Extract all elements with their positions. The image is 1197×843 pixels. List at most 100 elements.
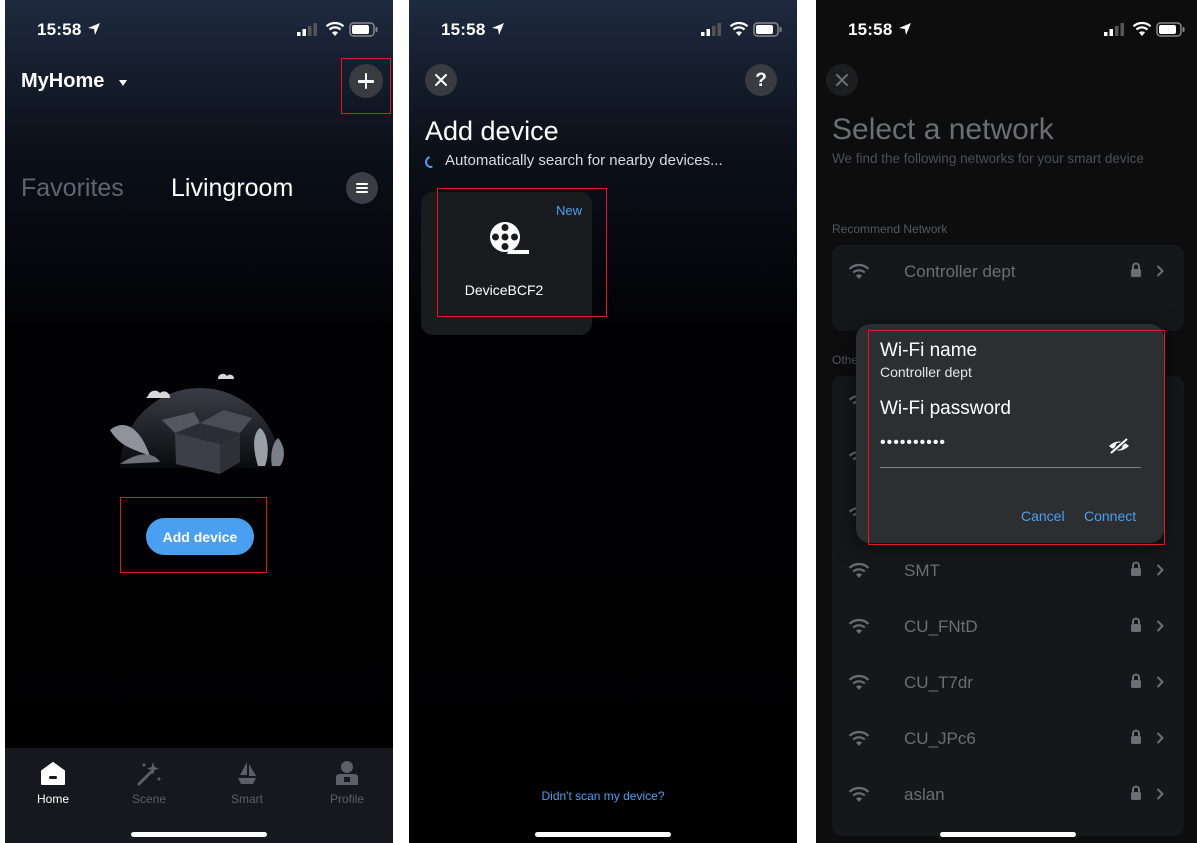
chevron-right-icon <box>1156 564 1164 576</box>
lock-icon <box>1131 729 1141 744</box>
tab-smart[interactable]: Smart <box>217 760 277 806</box>
lock-icon <box>1131 785 1141 800</box>
tab-profile-label: Profile <box>329 792 364 806</box>
wifi-status-icon <box>729 21 749 36</box>
cancel-button[interactable]: Cancel <box>1021 508 1065 524</box>
page-title: Add device <box>425 116 559 146</box>
close-icon <box>435 74 447 86</box>
signal-icon <box>701 23 721 36</box>
status-bar: 15:58 <box>816 18 1197 44</box>
wifi-password-input[interactable] <box>880 434 1104 452</box>
profile-icon <box>336 761 358 785</box>
add-device-button[interactable]: Add device <box>146 518 254 555</box>
status-time: 15:58 <box>848 20 893 39</box>
other-section-label: Othe <box>832 353 859 367</box>
network-row[interactable]: CU_JPc6 <box>832 712 1184 768</box>
wifi-icon <box>848 730 870 746</box>
wifi-status-icon <box>325 21 345 36</box>
bottom-tab-bar: Home Scene Smart Profile <box>5 748 393 843</box>
signal-icon <box>297 23 317 36</box>
location-arrow-icon <box>88 23 100 35</box>
wifi-icon <box>848 674 870 690</box>
status-time: 15:58 <box>441 20 486 39</box>
battery-icon <box>349 22 378 37</box>
chevron-right-icon <box>1156 788 1164 800</box>
status-bar: 15:58 <box>409 18 797 44</box>
film-reel-icon <box>490 222 529 254</box>
wifi-icon <box>848 786 870 802</box>
recommended-network-list: Controller dept <box>832 245 1184 331</box>
network-name: CU_T7dr <box>904 673 973 692</box>
network-name: aslan <box>904 785 945 804</box>
wifi-icon <box>848 618 870 634</box>
empty-box-illustration <box>110 373 284 474</box>
didnt-scan-link[interactable]: Didn't scan my device? <box>409 789 797 803</box>
tab-favorites[interactable]: Favorites <box>21 174 124 203</box>
chevron-right-icon <box>1156 676 1164 688</box>
help-icon: ? <box>755 70 767 91</box>
tab-profile[interactable]: Profile <box>317 760 377 806</box>
home-indicator <box>535 832 671 837</box>
network-row[interactable]: aslan <box>832 768 1184 824</box>
lock-icon <box>1131 673 1141 688</box>
tab-home-label: Home <box>36 792 69 806</box>
lock-icon <box>1131 561 1141 576</box>
page-title: Select a network <box>832 113 1054 146</box>
tab-scene[interactable]: Scene <box>119 760 179 806</box>
tab-scene-label: Scene <box>131 792 167 806</box>
network-row[interactable]: CU_T7dr <box>832 656 1184 712</box>
wifi-name-value: Controller dept <box>880 364 972 380</box>
wifi-password-dialog: Wi-Fi name Controller dept Wi-Fi passwor… <box>856 324 1164 543</box>
chevron-right-icon <box>1156 620 1164 632</box>
new-badge: New <box>555 203 582 218</box>
network-row[interactable]: Controller dept <box>832 245 1184 301</box>
battery-icon <box>1156 22 1185 37</box>
search-status: Automatically search for nearby devices.… <box>445 152 723 169</box>
wifi-password-label: Wi-Fi password <box>880 398 1011 419</box>
device-name: DeviceBCF2 <box>464 282 544 298</box>
network-name: CU_FNtD <box>904 617 978 636</box>
home-indicator <box>131 832 267 837</box>
home-icon <box>41 762 65 785</box>
signal-icon <box>1104 23 1124 36</box>
battery-icon <box>753 22 782 37</box>
select-network-screen: 15:58 Select a network We find the follo… <box>816 0 1197 843</box>
caret-down-icon[interactable] <box>119 80 127 86</box>
lock-icon <box>1131 617 1141 632</box>
tab-livingroom[interactable]: Livingroom <box>171 174 293 203</box>
network-name: Controller dept <box>904 262 1016 281</box>
lock-icon <box>1131 262 1141 277</box>
smart-shapes-icon <box>238 762 256 784</box>
network-name: SMT <box>904 561 940 580</box>
device-card[interactable]: New DeviceBCF2 <box>421 192 592 335</box>
home-screen: 15:58 MyHome Favorites Livingroom Add de… <box>5 0 393 843</box>
close-button[interactable] <box>826 64 858 96</box>
chevron-right-icon <box>1156 265 1164 277</box>
location-arrow-icon <box>899 23 911 35</box>
menu-button[interactable] <box>346 172 378 204</box>
connect-button[interactable]: Connect <box>1084 508 1136 524</box>
status-time: 15:58 <box>37 20 82 39</box>
recommend-section-label: Recommend Network <box>832 222 948 236</box>
wifi-name-label: Wi-Fi name <box>880 340 978 361</box>
status-bar: 15:58 <box>5 18 393 44</box>
home-indicator <box>940 832 1076 837</box>
home-selector[interactable]: MyHome <box>21 70 104 93</box>
wifi-status-icon <box>1132 21 1152 36</box>
location-arrow-icon <box>492 23 504 35</box>
magic-wand-icon <box>137 762 161 786</box>
close-button[interactable] <box>425 64 457 96</box>
eye-hidden-icon[interactable] <box>1108 437 1130 455</box>
wifi-icon <box>848 263 870 279</box>
close-icon <box>836 74 848 86</box>
add-button[interactable] <box>349 64 383 98</box>
page-subtitle: We find the following networks for your … <box>832 151 1144 166</box>
network-name: CU_JPc6 <box>904 729 976 748</box>
network-row[interactable]: SMT <box>832 544 1184 600</box>
add-device-screen: 15:58 ? Add device Automatically search … <box>409 0 797 843</box>
help-button[interactable]: ? <box>745 64 777 96</box>
tab-home[interactable]: Home <box>23 760 83 806</box>
network-row[interactable]: CU_FNtD <box>832 600 1184 656</box>
password-underline <box>880 467 1141 468</box>
chevron-right-icon <box>1156 732 1164 744</box>
